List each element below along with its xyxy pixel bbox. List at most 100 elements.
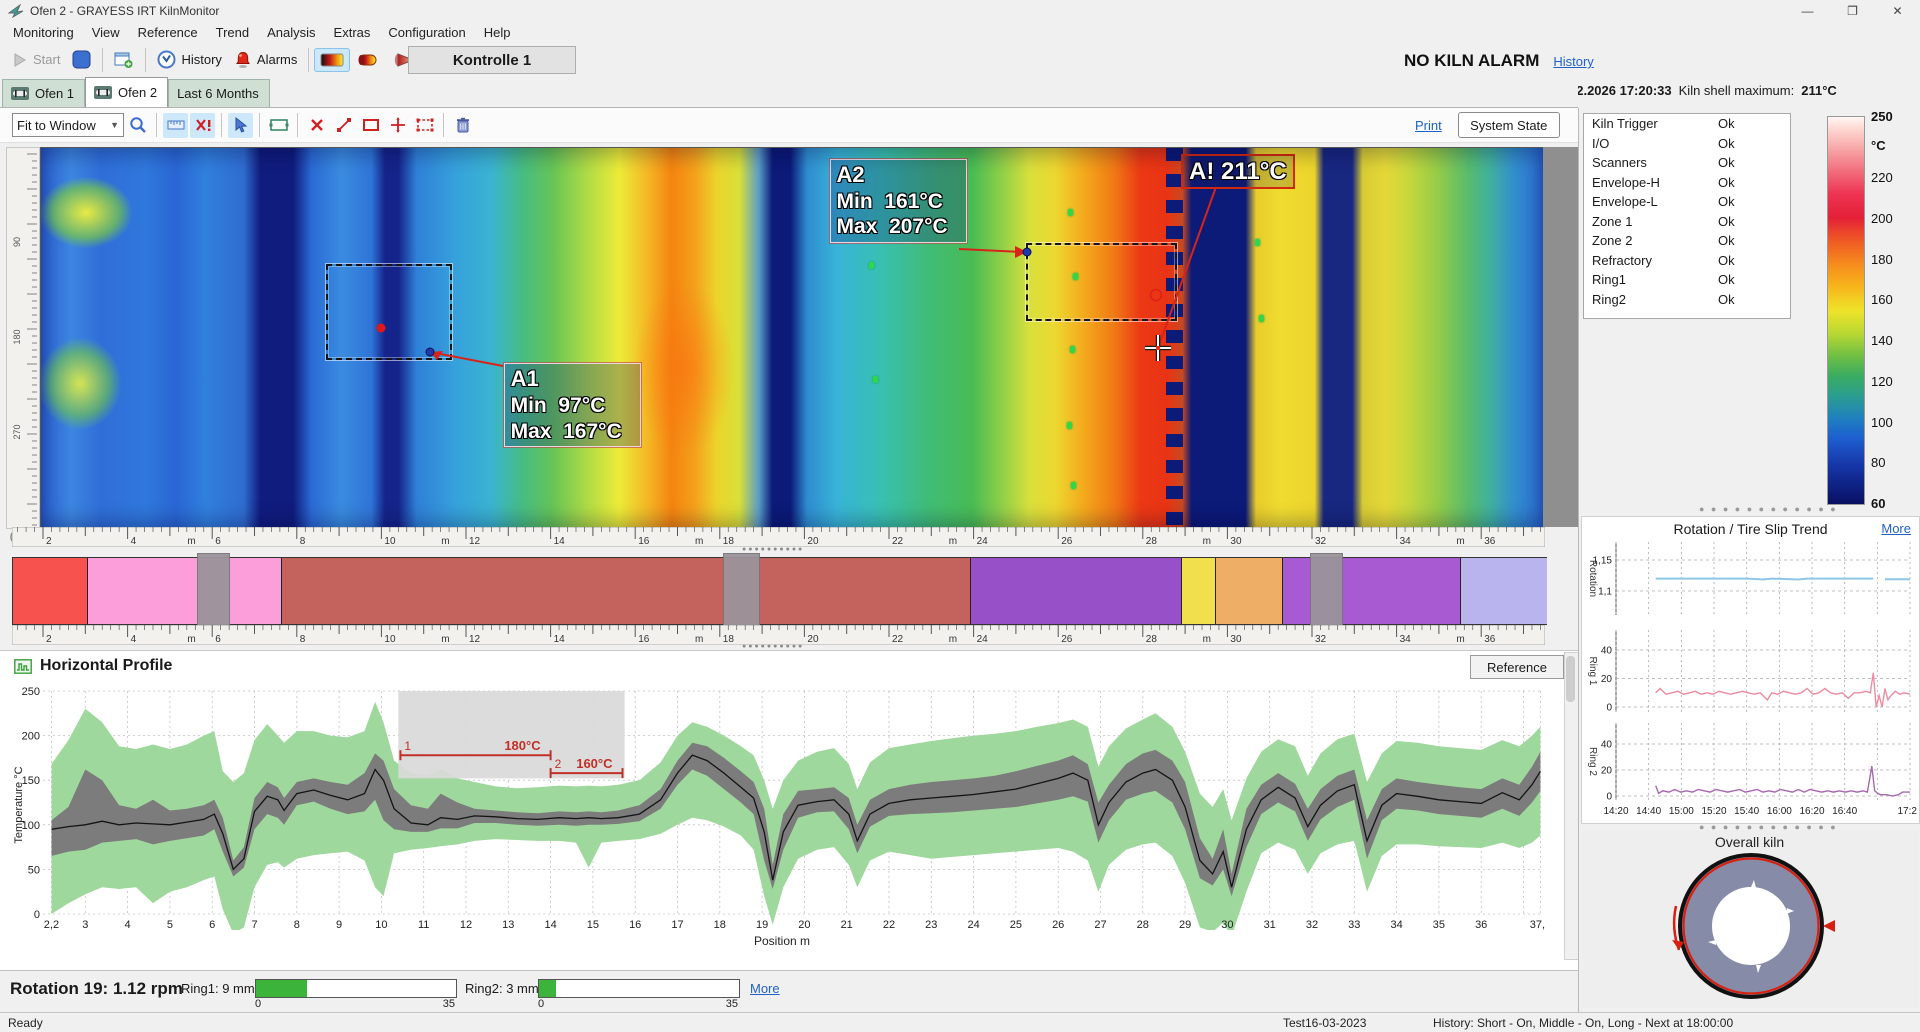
vertical-ruler: 90180270 [6,147,40,529]
tire-marker-2 [1310,553,1343,629]
kiln-section-band [12,557,1547,625]
trend-title: Rotation / Tire Slip Trend [1582,521,1919,537]
trend-more-link[interactable]: More [1881,521,1911,536]
scale-tick-100: 100 [1871,415,1893,430]
status-value: Ok [1718,116,1735,131]
start-button[interactable]: Start [6,48,66,72]
rings-more-link[interactable]: More [750,981,780,996]
temperature-color-scale [1827,116,1865,505]
menu-item-configuration[interactable]: Configuration [379,23,474,42]
restore-icon[interactable]: ❐ [1830,0,1875,22]
svg-text:10: 10 [375,919,387,931]
profile-tool-button[interactable] [163,113,188,138]
close-icon[interactable]: ✕ [1875,0,1920,22]
a2-corner-handle[interactable] [1023,248,1031,256]
print-link[interactable]: Print [1415,118,1442,133]
status-label: Refractory [1592,253,1714,268]
svg-text:20: 20 [1601,766,1613,777]
toolbar-separator [297,113,298,137]
thermal-image[interactable]: A1 Min 97°C Max 167°C A2 Min 161°C Max 2… [40,147,1544,529]
tab-last-6-months[interactable]: Last 6 Months [168,79,270,107]
alarms-button[interactable]: Alarms [228,47,303,73]
measure-area-button[interactable] [412,113,437,138]
svg-text:32: 32 [1315,634,1327,645]
svg-text:24: 24 [967,919,979,931]
tire-marker-0 [197,553,230,629]
select-tool-button[interactable] [228,113,253,138]
reference-button[interactable]: Reference [1470,655,1564,679]
svg-text:180°C: 180°C [504,738,541,753]
svg-text:40: 40 [1601,646,1613,657]
zone-tool-button[interactable] [266,113,291,138]
svg-text:24: 24 [977,536,989,547]
svg-text:m: m [695,536,703,547]
svg-text:16:20: 16:20 [1799,806,1824,817]
svg-text:32: 32 [1306,919,1318,931]
band-segment-0 [13,558,87,624]
svg-text:m: m [1203,536,1211,547]
menu-item-view[interactable]: View [83,23,129,42]
menu-item-reference[interactable]: Reference [129,23,207,42]
scale-tick-250: 250 [1871,109,1893,124]
minimize-icon[interactable]: — [1785,0,1830,22]
tab-ofen-1[interactable]: Ofen 1 [2,79,85,107]
svg-text:36: 36 [1475,919,1487,931]
status-row-kiln-trigger: Kiln TriggerOk [1584,114,1790,134]
measure-line-button[interactable] [331,113,356,138]
ruler-icon [167,118,185,132]
rotation-marker-icon [1823,920,1835,932]
scale-tick-60: 60 [1871,496,1885,511]
svg-text:m: m [949,634,957,645]
svg-text:28: 28 [1146,536,1158,547]
profile-scrollbar[interactable] [1564,652,1579,960]
stop-button[interactable] [66,46,97,73]
zoom-mode-select[interactable]: Fit to Window ▼ [12,113,124,137]
zoom-tool-button[interactable] [125,113,150,138]
svg-text:36: 36 [1484,634,1496,645]
status-bar: Ready Test16-03-2023 History: Short - On… [0,1012,1920,1032]
scale-tick-140: 140 [1871,333,1893,348]
tab-ofen-2[interactable]: Ofen 2 [85,77,168,107]
new-view-button[interactable] [108,47,140,73]
measure-rect-button[interactable] [358,113,383,138]
scale-tick-80: 80 [1871,455,1885,470]
svg-text:10: 10 [384,536,396,547]
svg-text:250: 250 [22,686,40,698]
delete-all-button[interactable] [450,113,475,138]
scrollbar-thumb[interactable] [1566,656,1575,702]
alarm-marks-tool-button[interactable] [190,113,215,138]
history-button[interactable]: History [151,46,227,73]
svg-text:33: 33 [1348,919,1360,931]
toolbar-separator [443,113,444,137]
a1-corner-handle[interactable] [426,348,434,356]
svg-text:Position m: Position m [754,934,810,948]
band-segment-4 [1181,558,1216,624]
status-row-envelope-h: Envelope-HOk [1584,173,1790,193]
palette-cylinder-button[interactable] [350,48,386,72]
measure-point-button[interactable] [385,113,410,138]
svg-text:16:40: 16:40 [1832,806,1857,817]
status-value: Ok [1718,194,1735,209]
menu-item-help[interactable]: Help [475,23,520,42]
scale-tick-220: 220 [1871,170,1893,185]
thermal-right-gutter [1543,147,1578,527]
a1-hot-spot-marker [377,324,386,333]
menu-item-monitoring[interactable]: Monitoring [4,23,83,42]
kontrolle-button[interactable]: Kontrolle 1 [408,46,576,74]
svg-text:14: 14 [554,536,566,547]
window-title: Ofen 2 - GRAYESS IRT KilnMonitor [30,4,219,18]
svg-text:21: 21 [841,919,853,931]
menu-item-extras[interactable]: Extras [325,23,380,42]
svg-text:26: 26 [1061,634,1073,645]
system-status-list: Kiln TriggerOkI/OOkScannersOkEnvelope-HO… [1583,113,1791,319]
delete-shape-button[interactable] [304,113,329,138]
palette-rectangle-button[interactable] [314,48,350,72]
alarm-history-link[interactable]: History [1553,54,1593,69]
main-toolbar: Start History Alarms [0,43,1406,76]
menu-item-analysis[interactable]: Analysis [258,23,324,42]
svg-text:31: 31 [1264,919,1276,931]
zoom-mode-value: Fit to Window [17,118,96,133]
menu-item-trend[interactable]: Trend [207,23,258,42]
svg-text:270: 270 [12,424,22,439]
system-state-button[interactable]: System State [1458,112,1560,138]
